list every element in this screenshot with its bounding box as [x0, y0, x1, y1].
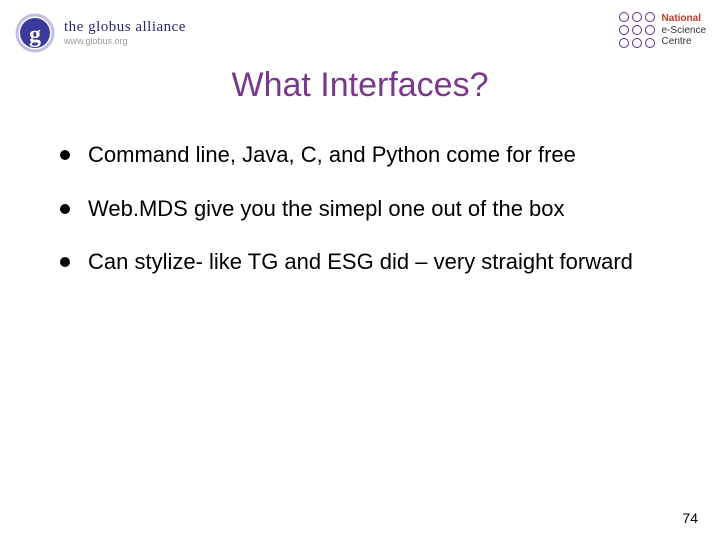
- nesc-logo: National e-Science Centre: [619, 12, 706, 49]
- nesc-line3: Centre: [662, 36, 706, 48]
- nesc-text: National e-Science Centre: [662, 13, 706, 48]
- slide-title: What Interfaces?: [0, 66, 720, 105]
- page-number: 74: [682, 510, 698, 526]
- nesc-dots-icon: [619, 12, 656, 49]
- globus-name: the globus alliance: [64, 20, 186, 35]
- globus-text: the globus alliance www.globus.org: [64, 20, 186, 46]
- globus-logo: g the globus alliance www.globus.org: [14, 12, 186, 54]
- svg-text:g: g: [29, 22, 41, 48]
- slide: g the globus alliance www.globus.org Nat…: [0, 0, 720, 540]
- bullet-list: Command line, Java, C, and Python come f…: [60, 140, 660, 277]
- nesc-line1: National: [662, 13, 706, 25]
- bullet-item: Command line, Java, C, and Python come f…: [60, 140, 660, 170]
- slide-body: Command line, Java, C, and Python come f…: [60, 140, 660, 301]
- nesc-line2: e-Science: [662, 25, 706, 37]
- globus-g-icon: g: [14, 12, 56, 54]
- bullet-item: Web.MDS give you the simepl one out of t…: [60, 194, 660, 224]
- header: g the globus alliance www.globus.org Nat…: [0, 0, 720, 58]
- bullet-item: Can stylize- like TG and ESG did – very …: [60, 247, 660, 277]
- globus-url: www.globus.org: [64, 37, 186, 46]
